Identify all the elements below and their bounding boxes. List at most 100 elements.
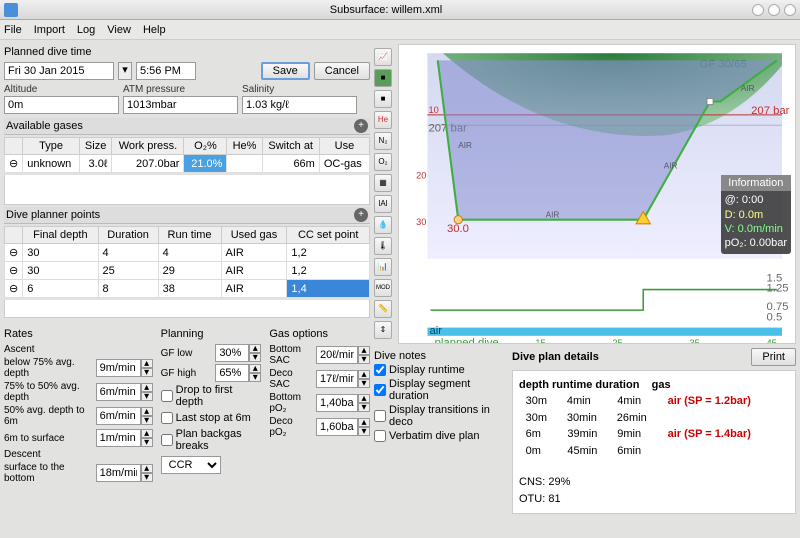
bpo2-input[interactable]: [316, 394, 358, 412]
time-input[interactable]: [136, 62, 196, 80]
svg-text:45: 45: [767, 338, 777, 343]
th-he[interactable]: He%: [227, 138, 262, 155]
th-dur[interactable]: Duration: [98, 227, 158, 244]
rate5-input[interactable]: [96, 464, 141, 482]
tool-ceiling-icon[interactable]: ▦: [374, 174, 392, 192]
disp-segment-checkbox[interactable]: [374, 384, 386, 396]
delete-row-icon[interactable]: ⊖: [5, 155, 23, 173]
svg-text:air: air: [430, 325, 443, 337]
verbatim-checkbox[interactable]: [374, 430, 386, 442]
rate2-label: 75% to 50% avg. depth: [4, 381, 92, 403]
points-table: Final depth Duration Run time Used gas C…: [4, 226, 370, 298]
table-row[interactable]: ⊖6838AIR1,4: [5, 280, 370, 298]
mode-select[interactable]: CCR: [161, 456, 221, 474]
tool-scale-icon[interactable]: ⇕: [374, 321, 392, 339]
tool-ruler-icon[interactable]: 📏: [374, 300, 392, 318]
dive-profile-chart[interactable]: GF 30/65 10 207 bar 207 bar 20 30 30.0 A…: [398, 44, 796, 344]
bsac-label: Bottom SAC: [269, 344, 312, 366]
date-dropdown-icon[interactable]: ▾: [118, 62, 132, 80]
tool-tissues-icon[interactable]: lAl: [374, 195, 392, 213]
disp-transitions-checkbox[interactable]: [374, 410, 386, 422]
salinity-input[interactable]: [242, 96, 357, 114]
save-button[interactable]: Save: [261, 62, 310, 80]
delete-row-icon[interactable]: ⊖: [5, 244, 23, 262]
bsac-input[interactable]: [316, 346, 358, 364]
delete-row-icon[interactable]: ⊖: [5, 280, 23, 298]
descent-label: Descent: [4, 449, 153, 460]
tool-profile-icon[interactable]: 📈: [374, 48, 392, 66]
svg-text:15: 15: [535, 338, 545, 343]
menubar: File Import Log View Help: [0, 20, 800, 40]
planning-label: Planning: [161, 328, 262, 340]
delete-row-icon[interactable]: ⊖: [5, 262, 23, 280]
svg-text:10: 10: [428, 105, 438, 115]
th-size[interactable]: Size: [79, 138, 111, 155]
add-point-button[interactable]: +: [354, 208, 368, 222]
menu-file[interactable]: File: [4, 24, 22, 36]
svg-text:0.5: 0.5: [767, 311, 783, 323]
th-type[interactable]: Type: [23, 138, 80, 155]
dpo2-input[interactable]: [316, 418, 358, 436]
ascent-label: Ascent: [4, 344, 153, 355]
dsac-input[interactable]: [316, 370, 358, 388]
tool-phe-icon[interactable]: He: [374, 111, 392, 129]
svg-text:AIR: AIR: [458, 141, 472, 150]
svg-text:25: 25: [612, 338, 622, 343]
svg-text:AIR: AIR: [546, 211, 560, 220]
gflow-input[interactable]: [215, 344, 249, 362]
rates-label: Rates: [4, 328, 153, 340]
add-gas-button[interactable]: +: [354, 119, 368, 133]
cancel-button[interactable]: Cancel: [314, 62, 370, 80]
minimize-icon[interactable]: [752, 4, 764, 16]
gasopts-label: Gas options: [269, 328, 370, 340]
th-gas[interactable]: Used gas: [221, 227, 287, 244]
th-wp[interactable]: Work press.: [112, 138, 184, 155]
backgas-checkbox[interactable]: [161, 434, 173, 446]
last6-checkbox[interactable]: [161, 412, 173, 424]
dive-plan-details: depth runtime duration gas 30m 4min 4min…: [512, 370, 796, 514]
th-o2[interactable]: O₂%: [184, 138, 227, 155]
tool-pn2-icon[interactable]: ■: [374, 90, 392, 108]
tool-temp-icon[interactable]: 🌡: [374, 237, 392, 255]
th-use[interactable]: Use: [319, 138, 369, 155]
th-cc[interactable]: CC set point: [287, 227, 370, 244]
date-input[interactable]: [4, 62, 114, 80]
th-switch[interactable]: Switch at: [262, 138, 319, 155]
rate4-input[interactable]: [96, 429, 141, 447]
tool-ead-icon[interactable]: 📊: [374, 258, 392, 276]
svg-text:207 bar: 207 bar: [751, 105, 790, 117]
tool-po2-icon[interactable]: ■: [374, 69, 392, 87]
gfhigh-label: GF high: [161, 368, 197, 379]
tool-mod-icon[interactable]: MOD: [374, 279, 392, 297]
planned-dive-time-label: Planned dive time: [4, 46, 370, 58]
close-icon[interactable]: [784, 4, 796, 16]
atm-input[interactable]: [123, 96, 238, 114]
gfhigh-input[interactable]: [215, 364, 249, 382]
th-depth[interactable]: Final depth: [23, 227, 98, 244]
rate2-input[interactable]: [96, 383, 141, 401]
menu-import[interactable]: Import: [34, 24, 65, 36]
gflow-label: GF low: [161, 348, 193, 359]
svg-text:AIR: AIR: [741, 84, 755, 93]
info-tooltip: Information @: 0:00 D: 0.0m V: 0.0m/min …: [721, 175, 791, 254]
menu-view[interactable]: View: [107, 24, 131, 36]
rate5-label: surface to the bottom: [4, 462, 92, 484]
drop-checkbox[interactable]: [161, 390, 173, 402]
table-row[interactable]: ⊖302529AIR1,2: [5, 262, 370, 280]
svg-text:30.0: 30.0: [447, 223, 469, 235]
print-button[interactable]: Print: [751, 348, 796, 366]
menu-log[interactable]: Log: [77, 24, 95, 36]
rate3-label: 50% avg. depth to 6m: [4, 405, 92, 427]
rate3-input[interactable]: [96, 407, 141, 425]
tool-n2-icon[interactable]: N₂: [374, 132, 392, 150]
table-row[interactable]: ⊖ unknown 3.0ℓ 207.0bar 21.0% 66m OC-gas: [5, 155, 370, 173]
tool-hr-icon[interactable]: 💧: [374, 216, 392, 234]
altitude-input[interactable]: [4, 96, 119, 114]
th-run[interactable]: Run time: [158, 227, 221, 244]
table-row[interactable]: ⊖3044AIR1,2: [5, 244, 370, 262]
rate1-input[interactable]: [96, 359, 141, 377]
tool-o2-icon[interactable]: O₂: [374, 153, 392, 171]
maximize-icon[interactable]: [768, 4, 780, 16]
menu-help[interactable]: Help: [143, 24, 166, 36]
disp-runtime-checkbox[interactable]: [374, 364, 386, 376]
